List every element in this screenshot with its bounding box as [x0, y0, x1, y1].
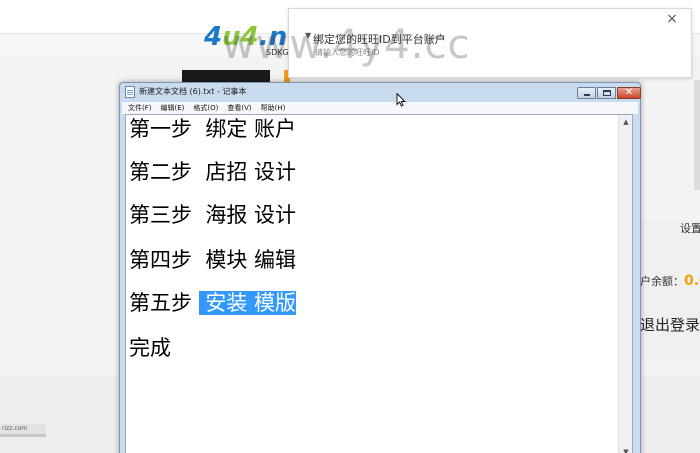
line-prefix: 第五步 [129, 291, 199, 315]
popup-title: 绑定您的旺旺ID到平台账户 [313, 33, 446, 46]
window-controls: ✕ [576, 87, 641, 99]
account-side-panel [640, 220, 700, 360]
site-logo[interactable]: 4u4.n SDKG [204, 22, 294, 62]
close-button[interactable]: ✕ [617, 87, 641, 99]
maximize-icon [603, 90, 611, 96]
text-line-selected: 第五步 安装 模版 [129, 291, 297, 315]
menu-bar: 文件(F) 编辑(E) 格式(O) 查看(V) 帮助(H) [122, 102, 638, 114]
bind-wangwang-popup: ▼ 绑定您的旺旺ID到平台账户 请输入您的旺旺ID × [288, 8, 692, 78]
settings-link[interactable]: 设置 [680, 220, 700, 236]
window-title: 新建文本文档 (6).txt - 记事本 [139, 87, 247, 96]
scroll-up-icon[interactable]: ▲ [619, 115, 632, 129]
text-line: 第一步 绑定 账户 [129, 117, 297, 141]
popup-hint: 请输入您的旺旺ID [315, 48, 380, 57]
menu-edit[interactable]: 编辑(E) [161, 103, 185, 113]
popup-close-icon[interactable]: × [663, 10, 681, 28]
notepad-icon [125, 86, 135, 98]
vertical-scrollbar[interactable]: ▲ ▼ [618, 115, 632, 453]
close-icon: ✕ [624, 87, 634, 98]
balance-value: 0.0 [684, 273, 700, 289]
text-line: 第四步 模块 编辑 [129, 248, 297, 272]
menu-help[interactable]: 帮助(H) [261, 103, 286, 113]
menu-format[interactable]: 格式(O) [193, 103, 218, 113]
minimize-button[interactable] [577, 87, 596, 99]
menu-view[interactable]: 查看(V) [227, 103, 251, 113]
popup-arrow-icon: ▼ [305, 31, 312, 40]
menu-file[interactable]: 文件(F) [128, 103, 152, 113]
side-panel-edge [694, 80, 700, 190]
text-selection[interactable]: 安装 模版 [198, 291, 297, 315]
mouse-pointer-icon [396, 93, 406, 107]
minimize-icon [584, 94, 590, 96]
text-editor[interactable]: 第一步 绑定 账户 第二步 店招 设计 第三步 海报 设计 第四步 模块 编辑 … [125, 114, 633, 453]
text-line: 第二步 店招 设计 [129, 160, 297, 184]
maximize-button[interactable] [597, 87, 616, 99]
notepad-titlebar[interactable]: 新建文本文档 (6).txt - 记事本 ✕ [120, 83, 641, 101]
scroll-down-icon[interactable]: ▼ [619, 445, 632, 453]
logout-link[interactable]: 退出登录 [640, 314, 700, 335]
balance-label: 户余额： [640, 275, 684, 288]
text-line: 完成 [129, 336, 171, 360]
site-badge: rizz.com [0, 424, 46, 434]
site-logo-subtext: SDKG [266, 48, 289, 57]
site-badge-bar [0, 434, 46, 437]
account-balance: 户余额：0.0 [640, 270, 700, 289]
notepad-window[interactable]: 新建文本文档 (6).txt - 记事本 ✕ 文件(F) 编辑(E) 格式(O)… [119, 82, 641, 453]
text-line: 第三步 海报 设计 [129, 203, 297, 227]
